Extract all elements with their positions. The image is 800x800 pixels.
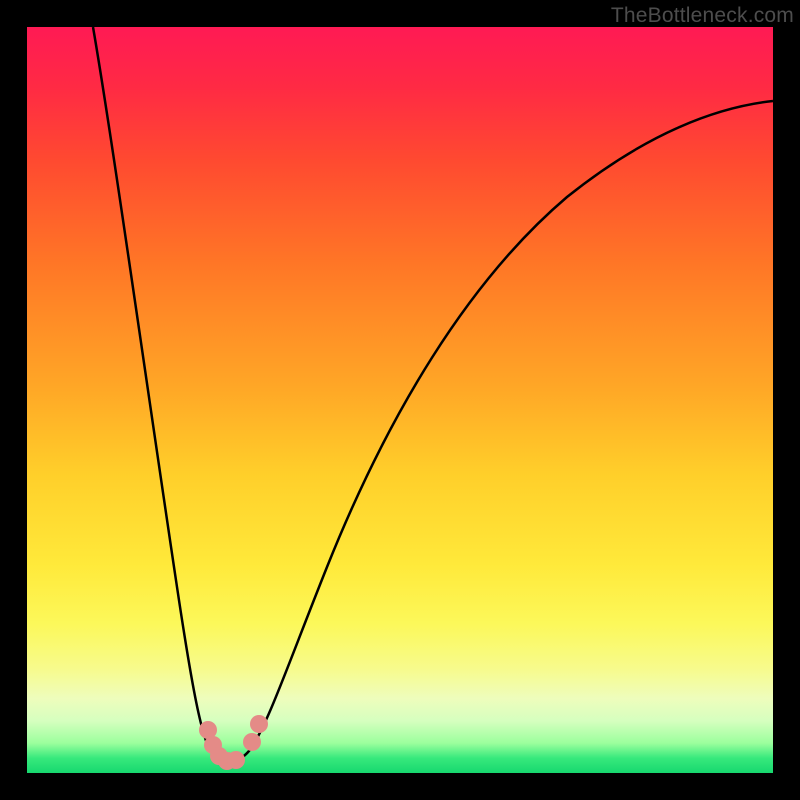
curve-left-branch [93, 27, 229, 762]
marker-dot [227, 751, 245, 769]
curve-right-branch [229, 101, 773, 762]
chart-svg [27, 27, 773, 773]
marker-dot [243, 733, 261, 751]
attribution-text: TheBottleneck.com [611, 4, 794, 28]
chart-frame [27, 27, 773, 773]
marker-dot [250, 715, 268, 733]
